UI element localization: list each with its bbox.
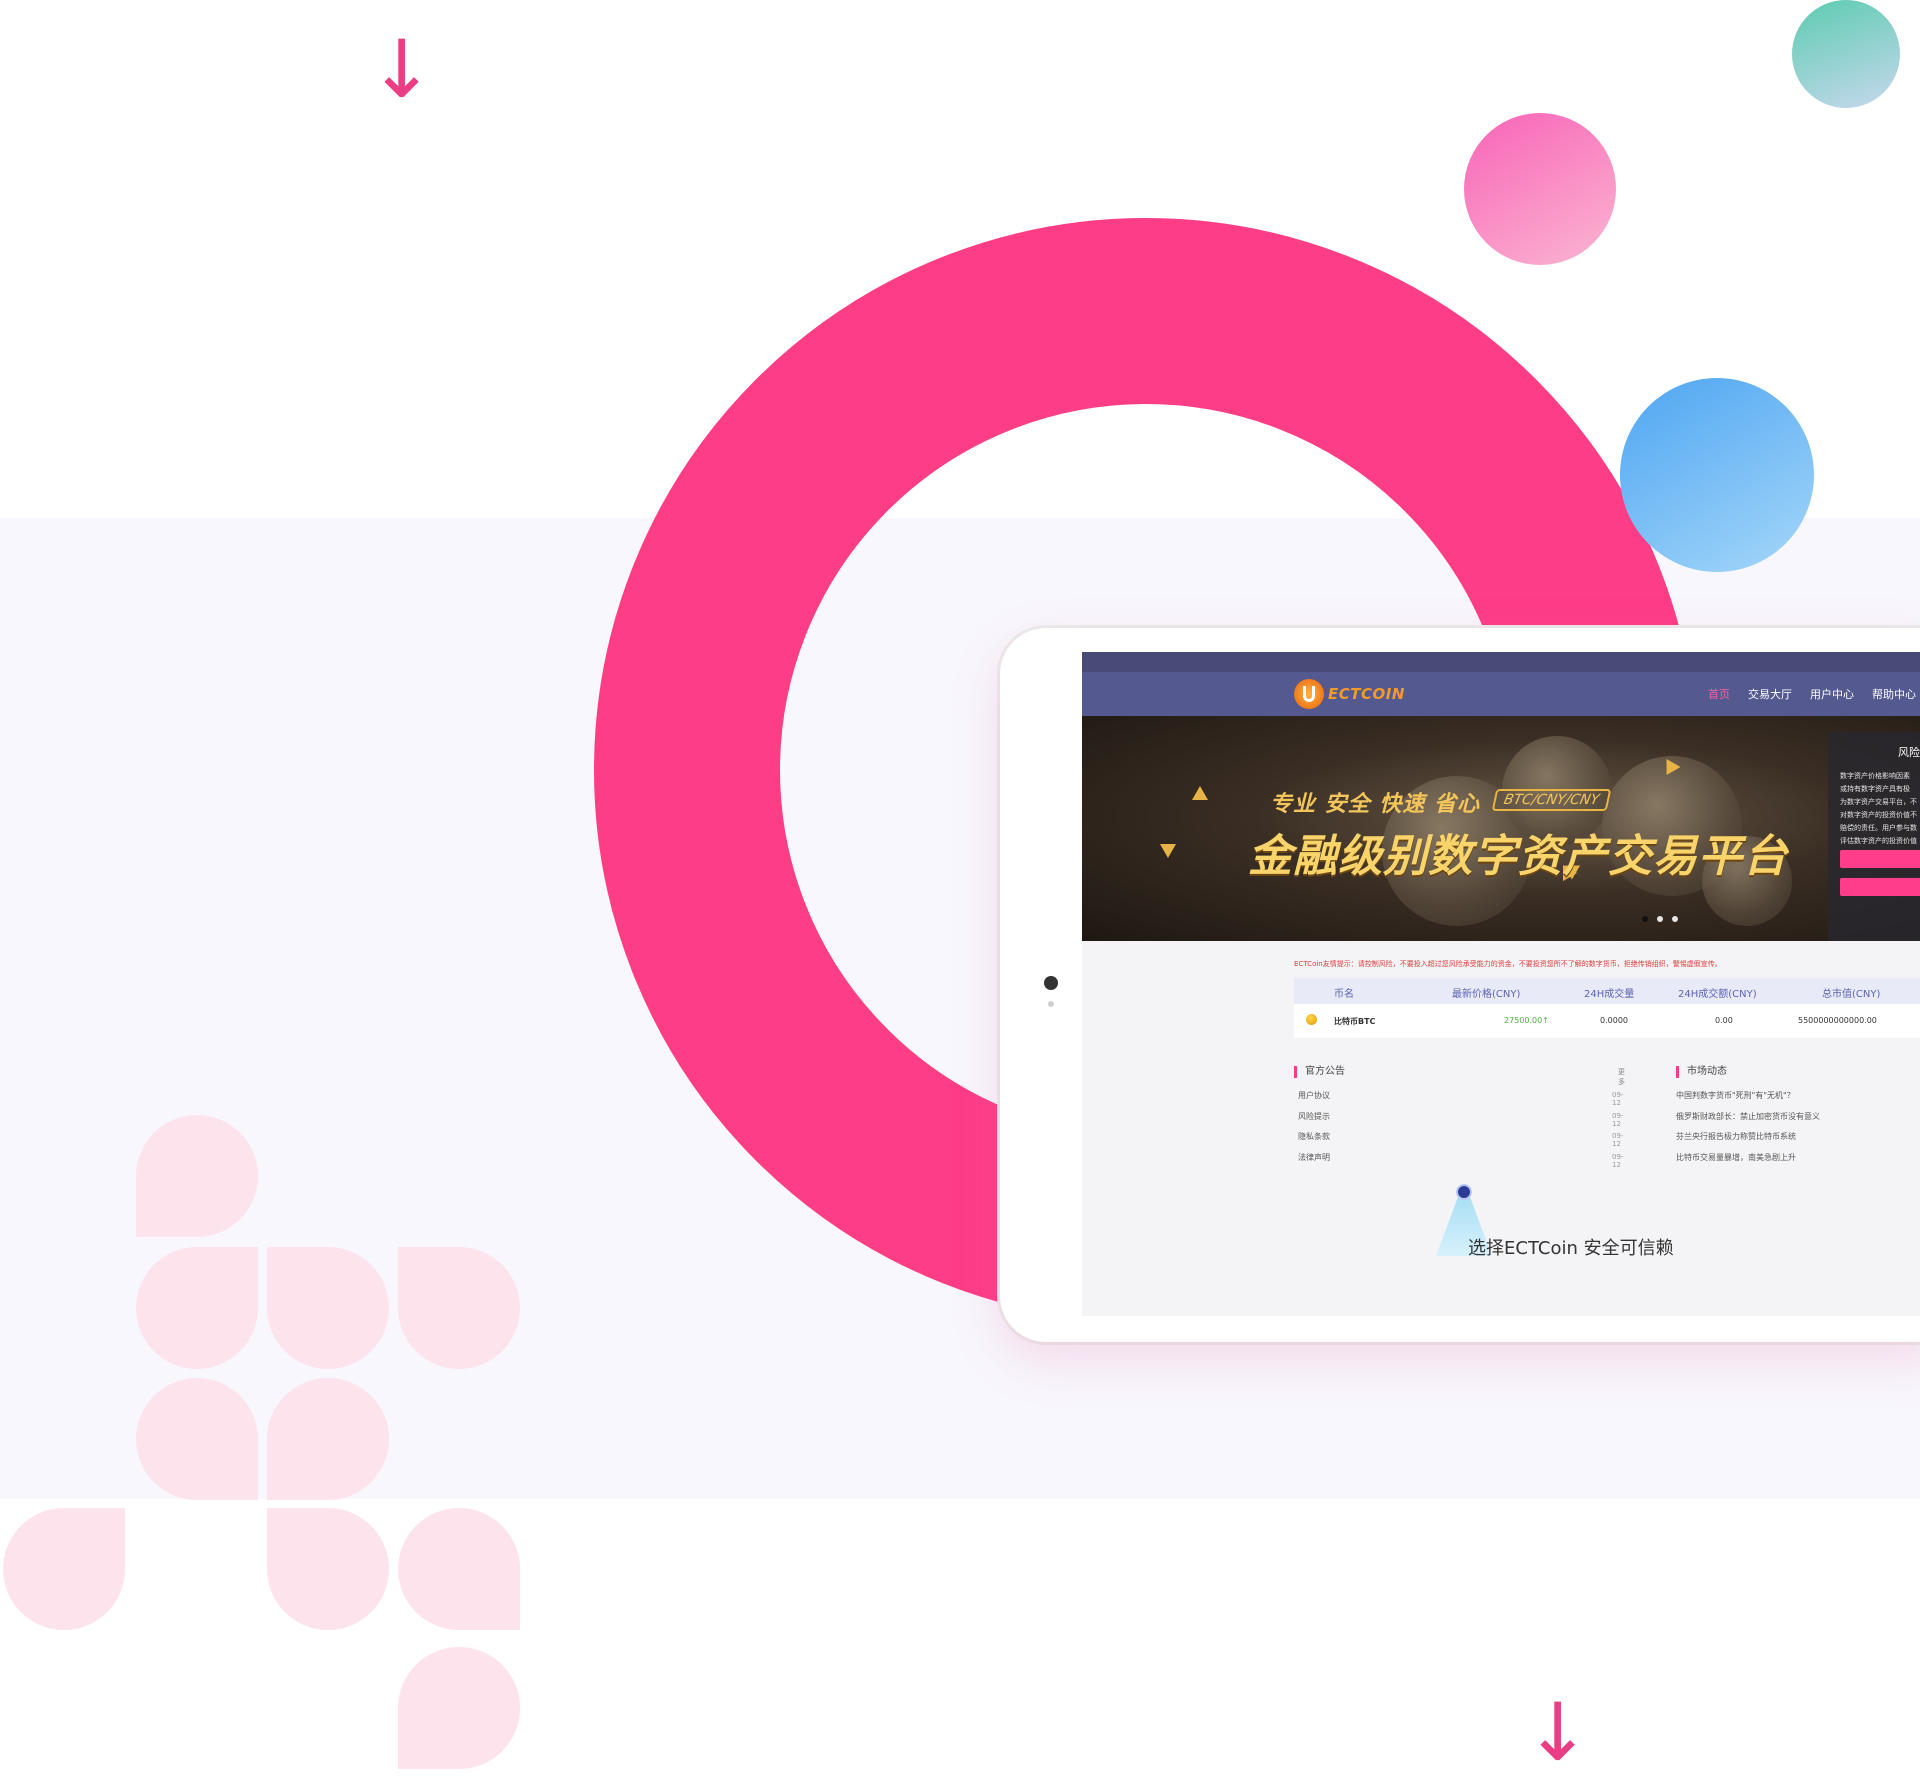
decorative-petal	[267, 1247, 389, 1369]
carousel-dots	[1642, 916, 1687, 922]
register-button[interactable]: 注	[1840, 878, 1920, 896]
site-navbar: ECTCOIN 首页 交易大厅 用户中心 帮助中心	[1082, 672, 1920, 716]
list-item[interactable]: 芬兰央行报告极力称赞比特币系统	[1676, 1131, 1796, 1142]
coin-market-cap: 5500000000000.00	[1798, 1016, 1877, 1025]
decorative-bubble-pink	[1464, 113, 1616, 265]
decorative-petal	[136, 1378, 258, 1500]
banner-title: 金融级别数字资产交易平台	[1248, 831, 1788, 882]
nav-item-help[interactable]: 帮助中心	[1872, 686, 1916, 702]
nav-item-home[interactable]: 首页	[1708, 686, 1730, 702]
dot-marker	[1456, 1184, 1472, 1200]
sensor-dot	[1048, 1001, 1054, 1007]
main-nav: 首页 交易大厅 用户中心 帮助中心	[1708, 672, 1920, 716]
carousel-dot[interactable]	[1657, 916, 1663, 922]
logo-text: ECTCOIN	[1328, 685, 1405, 703]
carousel-dot[interactable]	[1642, 916, 1648, 922]
decorative-petal	[398, 1247, 520, 1369]
list-item-date: 09-12	[1612, 1132, 1624, 1148]
list-item[interactable]: 法律声明	[1298, 1152, 1330, 1163]
nav-item-user-center[interactable]: 用户中心	[1810, 686, 1854, 702]
list-item[interactable]: 风险提示	[1298, 1111, 1330, 1122]
carousel-dot[interactable]	[1672, 916, 1678, 922]
ectcoin-logo-icon	[1294, 679, 1324, 709]
more-link[interactable]: 更多	[1618, 1067, 1625, 1087]
decorative-triangle	[1160, 844, 1176, 858]
arrow-down-icon: ↓	[1524, 1686, 1592, 1779]
list-item[interactable]: 俄罗斯财政部长：禁止加密货币没有意义	[1676, 1111, 1820, 1122]
column-header: 最新价格(CNY)	[1452, 989, 1521, 1000]
coin-price: 27500.00↑	[1504, 1016, 1549, 1025]
btc-coin-icon	[1306, 1014, 1317, 1025]
list-item[interactable]: 中国判数字货币"死刑"有"无机"？	[1676, 1090, 1795, 1101]
choose-heading: 选择ECTCoin 安全可信赖	[1468, 1238, 1674, 1259]
decorative-petal	[267, 1508, 389, 1630]
column-header: 币名	[1334, 989, 1354, 1000]
decorative-triangle	[1192, 786, 1208, 800]
list-item[interactable]: 用户协议	[1298, 1090, 1330, 1101]
tablet-mockup: ECTCOIN 首页 交易大厅 用户中心 帮助中心 专业 安全 快速 省心 BT…	[1000, 628, 1920, 1342]
list-item-date: 09-12	[1612, 1091, 1624, 1107]
table-header: 币名 最新价格(CNY) 24H成交量 24H成交额(CNY) 总市值(CNY)…	[1294, 978, 1920, 1004]
decorative-petal	[267, 1378, 389, 1500]
decorative-petal	[136, 1115, 258, 1237]
site-logo[interactable]: ECTCOIN	[1294, 678, 1405, 710]
login-button[interactable]: 登	[1840, 850, 1920, 868]
risk-title: 风险	[1898, 746, 1920, 759]
nav-item-trading[interactable]: 交易大厅	[1748, 686, 1792, 702]
column-header: 24H成交额(CNY)	[1678, 989, 1757, 1000]
banner-slogan: 专业 安全 快速 省心	[1270, 792, 1480, 817]
section-title: 官方公告	[1294, 1066, 1345, 1078]
banner-tag: BTC/CNY/CNY	[1491, 789, 1612, 811]
decorative-bubble-teal	[1792, 0, 1900, 108]
list-item[interactable]: 隐私条款	[1298, 1131, 1330, 1142]
top-strip	[1082, 652, 1920, 672]
decorative-petal	[136, 1247, 258, 1369]
list-item-date: 09-12	[1612, 1153, 1624, 1169]
coin-amount: 0.00	[1715, 1016, 1733, 1025]
decorative-bubble-blue	[1620, 378, 1814, 572]
list-item[interactable]: 比特币交易量暴增，南美急剧上升	[1676, 1152, 1796, 1163]
section-title: 市场动态	[1676, 1066, 1727, 1078]
market-table: 币名 最新价格(CNY) 24H成交量 24H成交额(CNY) 总市值(CNY)…	[1294, 978, 1920, 1038]
risk-text: 数字资产价格影响因素 或持有数字资产具有极 为数字资产交易平台，不 对数字资产的…	[1840, 772, 1917, 845]
arrow-down-icon: ↓	[368, 23, 436, 116]
list-item-date: 09-12	[1612, 1112, 1624, 1128]
camera-icon	[1044, 976, 1058, 990]
decorative-petal	[3, 1508, 125, 1630]
column-header: 24H成交量	[1584, 989, 1635, 1000]
coin-name: 比特币BTC	[1334, 1017, 1376, 1026]
decorative-petal	[398, 1508, 520, 1630]
risk-notice: ECTCoin友情提示：请控制风险，不要投入超过您风险承受能力的资金，不要投资您…	[1294, 960, 1722, 968]
column-header: 总市值(CNY)	[1822, 989, 1881, 1000]
decorative-petal	[398, 1647, 520, 1769]
tablet-screen: ECTCOIN 首页 交易大厅 用户中心 帮助中心 专业 安全 快速 省心 BT…	[1082, 652, 1920, 1316]
risk-panel: 风险 数字资产价格影响因素 或持有数字资产具有极 为数字资产交易平台，不 对数字…	[1828, 732, 1920, 941]
coin-volume: 0.0000	[1600, 1016, 1628, 1025]
hero-banner: 专业 安全 快速 省心 BTC/CNY/CNY 金融级别数字资产交易平台 风险 …	[1082, 716, 1920, 941]
